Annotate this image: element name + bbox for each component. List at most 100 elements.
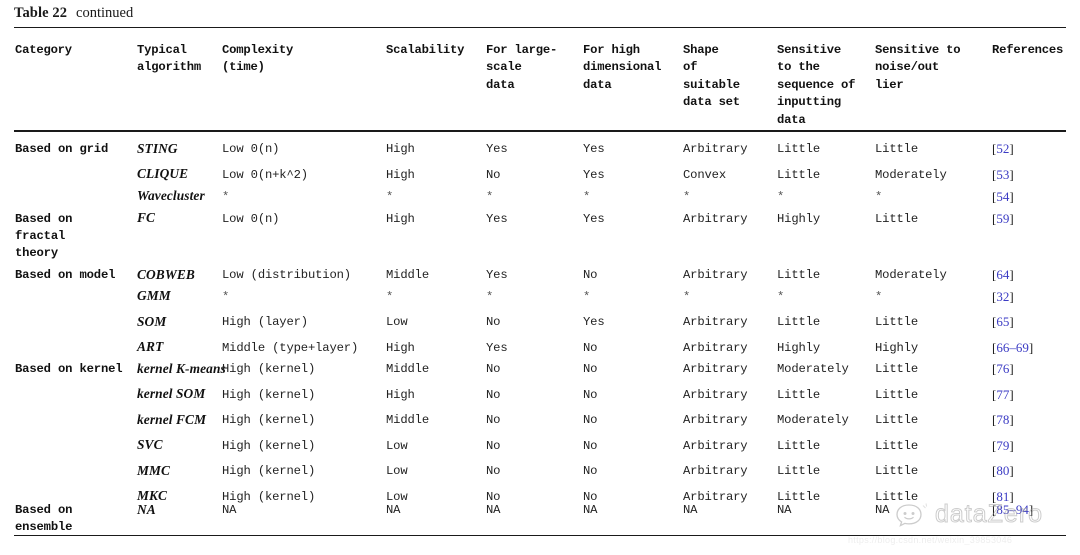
table-cell-noise-sens: NA: [875, 503, 890, 517]
table-cell-category: Based on ensemble: [15, 503, 73, 535]
table-cell-noise-sens: Little: [875, 438, 918, 453]
table-cell-complexity: High (kernel): [222, 438, 316, 453]
table-cell-seq-sens: Little: [777, 438, 820, 453]
column-header-scalability: Scalability: [386, 43, 465, 57]
table-cell-seq-sens: NA: [777, 503, 792, 517]
table-cell-algorithm: SOM: [137, 313, 167, 329]
table-page: Table 22 continued Category Typical algori…: [0, 0, 1080, 555]
table-cell-shape: *: [683, 189, 691, 204]
table-cell-high-dim: Yes: [583, 142, 605, 156]
table-cell-high-dim: *: [583, 189, 591, 204]
table-cell-shape: NA: [683, 503, 698, 517]
table-cell-category: Based on model: [15, 268, 116, 282]
reference-number: 76: [996, 361, 1010, 376]
table-cell-algorithm: COBWEB: [137, 266, 195, 282]
reference-number: 59: [996, 210, 1010, 226]
table-cell-references[interactable]: [32]: [992, 288, 1014, 305]
table-cell-references[interactable]: [65]: [992, 313, 1014, 330]
table-cell-references[interactable]: [85–94]: [992, 501, 1033, 518]
table-cell-shape: *: [683, 289, 691, 304]
table-cell-algorithm: NA: [137, 501, 156, 517]
table-cell-scalability: *: [386, 289, 394, 304]
table-cell-shape: Arbitrary: [683, 438, 748, 453]
column-header-noise-sens: Sensitive to noise/out lier: [875, 43, 961, 92]
table-cell-references[interactable]: [80]: [992, 462, 1014, 479]
table-cell-algorithm: Wavecluster: [137, 188, 205, 203]
table-cell-large-scale: *: [486, 189, 494, 204]
table-cell-seq-sens: Little: [777, 387, 820, 402]
column-header-seq-sens: Sensitive to the sequence of inputting d…: [777, 43, 856, 127]
column-header-shape: Shape of suitable data set: [683, 43, 740, 110]
table-cell-noise-sens: *: [875, 189, 883, 204]
table-cell-shape: Arbitrary: [683, 413, 748, 427]
table-cell-large-scale: Yes: [486, 340, 508, 355]
table-cell-large-scale: Yes: [486, 268, 508, 282]
table-cell-scalability: High: [386, 142, 415, 156]
table-cell-references[interactable]: [66–69]: [992, 339, 1033, 356]
table-cell-large-scale: No: [486, 387, 501, 402]
table-cell-complexity: High (kernel): [222, 464, 316, 478]
table-cell-references[interactable]: [54]: [992, 188, 1014, 205]
table-cell-complexity: High (kernel): [222, 387, 316, 402]
table-cell-references[interactable]: [78]: [992, 411, 1014, 428]
table-cell-high-dim: No: [583, 387, 598, 402]
table-cell-algorithm: MMC: [137, 462, 171, 478]
table-cell-scalability: High: [386, 211, 415, 226]
reference-number: 32: [996, 288, 1010, 304]
table-cell-seq-sens: Little: [777, 167, 820, 182]
table-cell-large-scale: No: [486, 362, 501, 376]
reference-number: 78: [996, 412, 1010, 427]
table-cell-algorithm: kernel SOM: [137, 386, 206, 401]
table-cell-large-scale: NA: [486, 503, 501, 517]
table-cell-references[interactable]: [79]: [992, 437, 1014, 454]
table-cell-large-scale: Yes: [486, 211, 508, 226]
table-cell-noise-sens: Little: [875, 413, 918, 427]
table-cell-references[interactable]: [59]: [992, 210, 1014, 227]
table-cell-noise-sens: *: [875, 289, 883, 304]
table-cell-scalability: High: [386, 167, 415, 182]
table-cell-references[interactable]: [76]: [992, 360, 1014, 377]
column-header-complexity: Complexity (time): [222, 43, 294, 75]
table-cell-complexity: *: [222, 289, 230, 304]
table-cell-scalability: *: [386, 189, 394, 204]
table-cell-noise-sens: Little: [875, 315, 918, 329]
table-cell-seq-sens: Little: [777, 142, 820, 156]
table-cell-scalability: NA: [386, 503, 401, 517]
table-cell-shape: Arbitrary: [683, 464, 748, 478]
table-cell-high-dim: Yes: [583, 315, 605, 329]
table-cell-references[interactable]: [64]: [992, 266, 1014, 283]
reference-number: 54: [996, 188, 1010, 204]
table-cell-noise-sens: Little: [875, 387, 918, 402]
table-cell-scalability: Middle: [386, 268, 429, 282]
table-cell-complexity: NA: [222, 503, 237, 517]
table-cell-seq-sens: Little: [777, 315, 820, 329]
reference-number: 80: [996, 463, 1010, 478]
table-cell-scalability: High: [386, 340, 415, 355]
table-cell-shape: Convex: [683, 167, 726, 182]
table-cell-algorithm: FC: [137, 210, 156, 225]
table-cell-algorithm: SVC: [137, 437, 163, 452]
table-cell-seq-sens: Little: [777, 268, 820, 282]
table-cell-complexity: High (kernel): [222, 413, 316, 427]
table-cell-noise-sens: Highly: [875, 340, 918, 355]
reference-number: 66–69: [996, 339, 1029, 355]
table-cell-scalability: Low: [386, 464, 408, 478]
table-cell-shape: Arbitrary: [683, 340, 748, 355]
table-cell-algorithm: ART: [137, 339, 164, 354]
table-cell-noise-sens: Little: [875, 464, 918, 478]
table-cell-algorithm: GMM: [137, 288, 171, 303]
table-cell-seq-sens: *: [777, 289, 785, 304]
table-cell-complexity: Low (distribution): [222, 268, 351, 282]
table-cell-noise-sens: Little: [875, 211, 918, 226]
column-header-algorithm: Typical algorithm: [137, 43, 202, 75]
table-cell-complexity: High (kernel): [222, 362, 316, 376]
table-cell-references[interactable]: [53]: [992, 166, 1014, 183]
column-header-category: Category: [15, 43, 72, 57]
table-cell-algorithm: kernel FCM: [137, 411, 207, 427]
table-cell-shape: Arbitrary: [683, 315, 748, 329]
table-cell-seq-sens: Moderately: [777, 362, 849, 376]
table-cell-scalability: Low: [386, 438, 408, 453]
table-cell-references[interactable]: [52]: [992, 140, 1014, 157]
table-cell-references[interactable]: [77]: [992, 386, 1014, 403]
table-cell-shape: Arbitrary: [683, 142, 748, 156]
